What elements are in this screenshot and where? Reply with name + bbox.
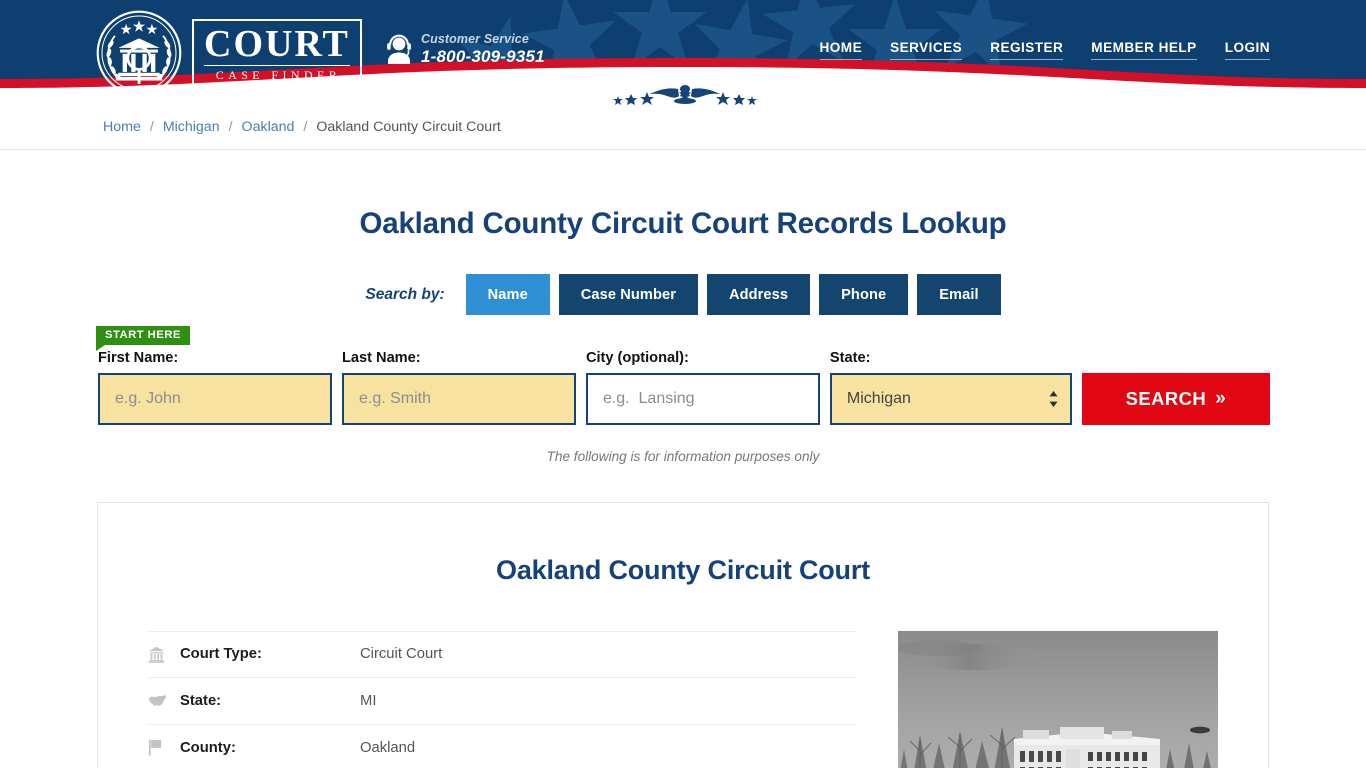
detail-key: State: bbox=[180, 692, 222, 709]
court-seal-icon bbox=[96, 10, 182, 96]
last-name-input[interactable] bbox=[341, 372, 576, 425]
detail-key: County: bbox=[180, 739, 236, 756]
court-detail-table: Court Type: Circuit Court State: MI Coun… bbox=[148, 630, 856, 768]
customer-service-text: Customer Service 1-800-309-9351 bbox=[421, 32, 545, 66]
last-name-label: Last Name: bbox=[341, 350, 421, 366]
nav-item-member-help[interactable]: MEMBER HELP bbox=[1091, 40, 1197, 60]
nav-item-register[interactable]: REGISTER bbox=[990, 40, 1064, 60]
tab-case-number[interactable]: Case Number bbox=[558, 274, 698, 315]
double-chevron-right-icon: » bbox=[1215, 388, 1227, 410]
breadcrumb-separator: / bbox=[303, 119, 308, 135]
headset-support-icon bbox=[387, 35, 411, 65]
tab-email[interactable]: Email bbox=[917, 274, 1001, 315]
breadcrumb-separator: / bbox=[149, 119, 154, 135]
first-name-label: First Name: bbox=[98, 350, 179, 366]
city-input[interactable] bbox=[585, 372, 820, 425]
court-name-title: Oakland County Circuit Court bbox=[496, 554, 870, 585]
state-select[interactable]: Michigan bbox=[829, 372, 1072, 425]
court-detail-card: Oakland County Circuit Court Court Type:… bbox=[97, 501, 1269, 768]
nav-item-login[interactable]: LOGIN bbox=[1224, 40, 1270, 60]
state-select-wrap: Michigan bbox=[829, 372, 1072, 425]
logo-word-top: COURT bbox=[204, 22, 350, 66]
breadcrumb-item-home[interactable]: Home bbox=[103, 119, 141, 135]
state-group: State: Michigan bbox=[829, 350, 1072, 425]
state-label: State: bbox=[829, 350, 871, 366]
page-content: Oakland County Circuit Court Records Loo… bbox=[0, 207, 1366, 768]
search-button-group: SEARCH » bbox=[1081, 372, 1271, 425]
breadcrumb-item-oakland[interactable]: Oakland bbox=[242, 119, 295, 135]
start-here-badge: START HERE bbox=[96, 326, 190, 352]
search-by-tabs: Search by: Name Case Number Address Phon… bbox=[0, 274, 1366, 315]
nav-item-services[interactable]: SERVICES bbox=[890, 40, 963, 60]
city-group: City (optional): bbox=[585, 350, 820, 425]
main-navigation: HOME SERVICES REGISTER MEMBER HELP LOGIN bbox=[819, 40, 1270, 60]
table-row: County: Oakland bbox=[148, 725, 856, 768]
customer-service-label: Customer Service bbox=[421, 32, 529, 46]
search-by-label: Search by: bbox=[365, 285, 445, 303]
tab-address[interactable]: Address bbox=[706, 274, 811, 315]
search-form-row: First Name: Last Name: City (optional): … bbox=[98, 326, 1271, 425]
courthouse-photo bbox=[898, 630, 1218, 768]
info-note: The following is for information purpose… bbox=[546, 448, 820, 464]
last-name-group: Last Name: bbox=[341, 350, 576, 425]
bank-icon bbox=[148, 646, 180, 663]
detail-value: MI bbox=[360, 692, 377, 709]
logo-wordmark: COURT CASE FINDER bbox=[192, 18, 362, 88]
detail-value: Oakland bbox=[360, 739, 416, 756]
tab-phone[interactable]: Phone bbox=[819, 274, 909, 315]
breadcrumb: Home / Michigan / Oakland / Oakland Coun… bbox=[0, 105, 1366, 150]
nav-item-home[interactable]: HOME bbox=[819, 40, 863, 60]
flag-icon bbox=[148, 739, 180, 756]
search-button[interactable]: SEARCH » bbox=[1081, 372, 1271, 425]
court-detail-body: Court Type: Circuit Court State: MI Coun… bbox=[148, 630, 1218, 768]
detail-value: Circuit Court bbox=[360, 646, 443, 663]
table-row: Court Type: Circuit Court bbox=[148, 630, 856, 678]
customer-service-block[interactable]: Customer Service 1-800-309-9351 bbox=[386, 32, 545, 66]
customer-service-phone: 1-800-309-9351 bbox=[421, 46, 545, 66]
site-logo[interactable]: COURT CASE FINDER bbox=[96, 8, 362, 98]
breadcrumb-item-current: Oakland County Circuit Court bbox=[316, 119, 501, 135]
us-map-icon bbox=[148, 694, 180, 708]
first-name-input[interactable] bbox=[98, 372, 332, 425]
logo-word-bottom: CASE FINDER bbox=[215, 67, 342, 82]
table-row: State: MI bbox=[148, 678, 856, 725]
tab-name[interactable]: Name bbox=[465, 274, 550, 315]
city-label: City (optional): bbox=[585, 350, 689, 366]
breadcrumb-item-michigan[interactable]: Michigan bbox=[163, 119, 220, 135]
search-form: START HERE First Name: Last Name: City (… bbox=[96, 326, 1271, 425]
page-title: Oakland County Circuit Court Records Loo… bbox=[359, 207, 1007, 240]
search-button-label: SEARCH bbox=[1125, 387, 1207, 409]
site-header: COURT CASE FINDER Customer Service 1-800… bbox=[0, 0, 1366, 105]
first-name-group: First Name: bbox=[98, 351, 332, 425]
breadcrumb-separator: / bbox=[228, 119, 233, 135]
detail-key: Court Type: bbox=[180, 646, 262, 663]
